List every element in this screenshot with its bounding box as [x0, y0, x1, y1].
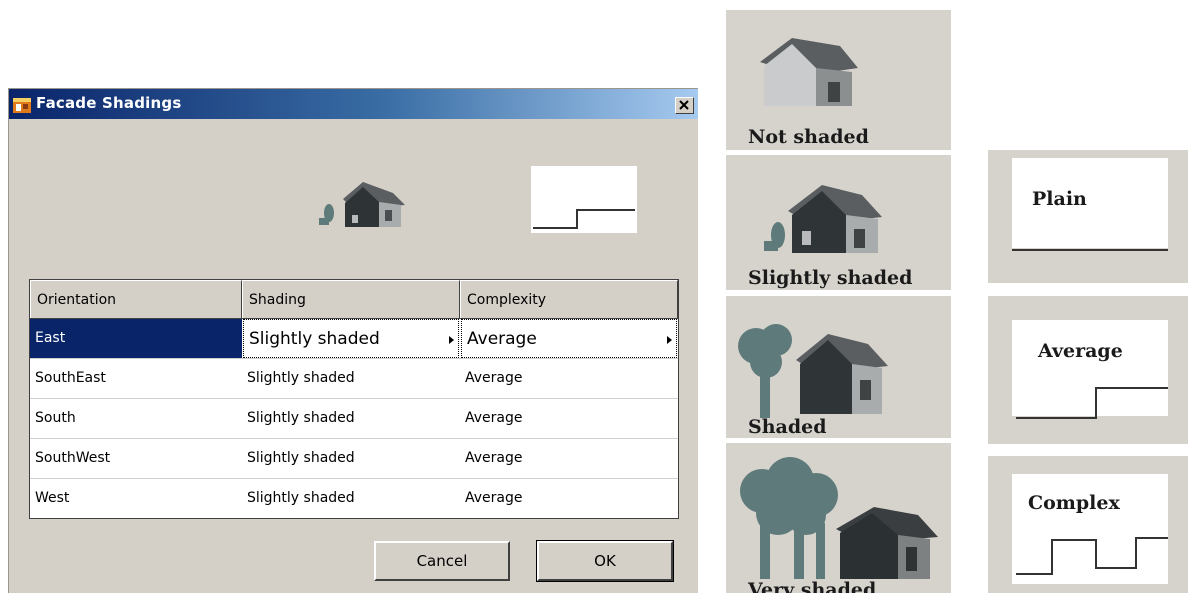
- legend-not-shaded: Not shaded: [726, 10, 951, 150]
- shading-dropdown[interactable]: Slightly shaded: [243, 319, 459, 358]
- table-row[interactable]: SouthWest Slightly shaded Average: [30, 439, 678, 479]
- shading-cell[interactable]: Slightly shaded: [242, 439, 460, 478]
- complexity-value: Average: [467, 329, 537, 349]
- legend-label: Complex: [1028, 492, 1120, 514]
- dropdown-arrow-icon[interactable]: [449, 336, 454, 344]
- app-icon: [13, 98, 31, 113]
- legend-complex: Complex: [988, 456, 1188, 593]
- orientation-cell[interactable]: South: [30, 399, 242, 438]
- legend-label: Average: [1038, 340, 1123, 362]
- legend-label: Very shaded: [748, 579, 877, 593]
- legend-label: Plain: [1032, 188, 1087, 210]
- close-button[interactable]: [675, 97, 694, 114]
- complexity-cell[interactable]: Average: [460, 359, 678, 398]
- shading-cell[interactable]: Slightly shaded: [242, 359, 460, 398]
- legend-plain: Plain: [988, 150, 1188, 283]
- table-row[interactable]: South Slightly shaded Average: [30, 399, 678, 439]
- legend-shaded: Shaded: [726, 296, 951, 438]
- complexity-cell[interactable]: Average: [460, 399, 678, 438]
- column-header-orientation[interactable]: Orientation: [30, 280, 242, 318]
- house-icon: [760, 38, 858, 106]
- legend-label: Slightly shaded: [748, 267, 913, 289]
- legend-average: Average: [988, 296, 1188, 444]
- shading-preview-image: [319, 182, 405, 227]
- legend-label: Shaded: [748, 416, 827, 438]
- ok-button[interactable]: OK: [536, 540, 674, 582]
- orientation-cell[interactable]: SouthEast: [30, 359, 242, 398]
- complex-step-icon: [1016, 537, 1168, 575]
- column-header-shading[interactable]: Shading: [242, 280, 460, 318]
- average-step-icon: [1016, 387, 1168, 419]
- table-row[interactable]: East Slightly shaded Average: [30, 319, 678, 359]
- table-body: East Slightly shaded Average SouthEast S…: [29, 319, 679, 519]
- legend-label: Not shaded: [748, 126, 869, 148]
- slightly-shaded-house-icon: [764, 185, 882, 253]
- table-row[interactable]: SouthEast Slightly shaded Average: [30, 359, 678, 399]
- shading-value: Slightly shaded: [249, 329, 380, 349]
- title-bar[interactable]: Facade Shadings: [9, 89, 698, 119]
- orientation-cell[interactable]: SouthWest: [30, 439, 242, 478]
- close-icon: [679, 100, 689, 110]
- legend-very-shaded: Very shaded: [726, 443, 951, 593]
- orientation-cell[interactable]: East: [30, 319, 242, 358]
- column-header-complexity[interactable]: Complexity: [460, 280, 678, 318]
- cancel-button[interactable]: Cancel: [374, 541, 510, 581]
- legend-slightly-shaded: Slightly shaded: [726, 155, 951, 290]
- dialog-title: Facade Shadings: [36, 94, 182, 112]
- shading-cell[interactable]: Slightly shaded: [242, 399, 460, 438]
- very-shaded-house-icon: [740, 457, 938, 579]
- dropdown-arrow-icon[interactable]: [667, 336, 672, 344]
- shaded-house-icon: [738, 324, 888, 418]
- complexity-dropdown[interactable]: Average: [461, 319, 677, 358]
- orientation-cell[interactable]: West: [30, 479, 242, 518]
- table-header: Orientation Shading Complexity: [29, 279, 679, 319]
- table-row[interactable]: West Slightly shaded Average: [30, 479, 678, 519]
- complexity-preview-image: [531, 166, 637, 233]
- complexity-cell[interactable]: Average: [460, 439, 678, 478]
- shading-cell[interactable]: Slightly shaded: [242, 479, 460, 518]
- average-step-icon: [533, 209, 635, 229]
- complexity-cell[interactable]: Average: [460, 479, 678, 518]
- facade-shadings-dialog: Facade Shadings Orientation Shading Comp…: [8, 88, 698, 593]
- plain-line-icon: [1012, 249, 1168, 251]
